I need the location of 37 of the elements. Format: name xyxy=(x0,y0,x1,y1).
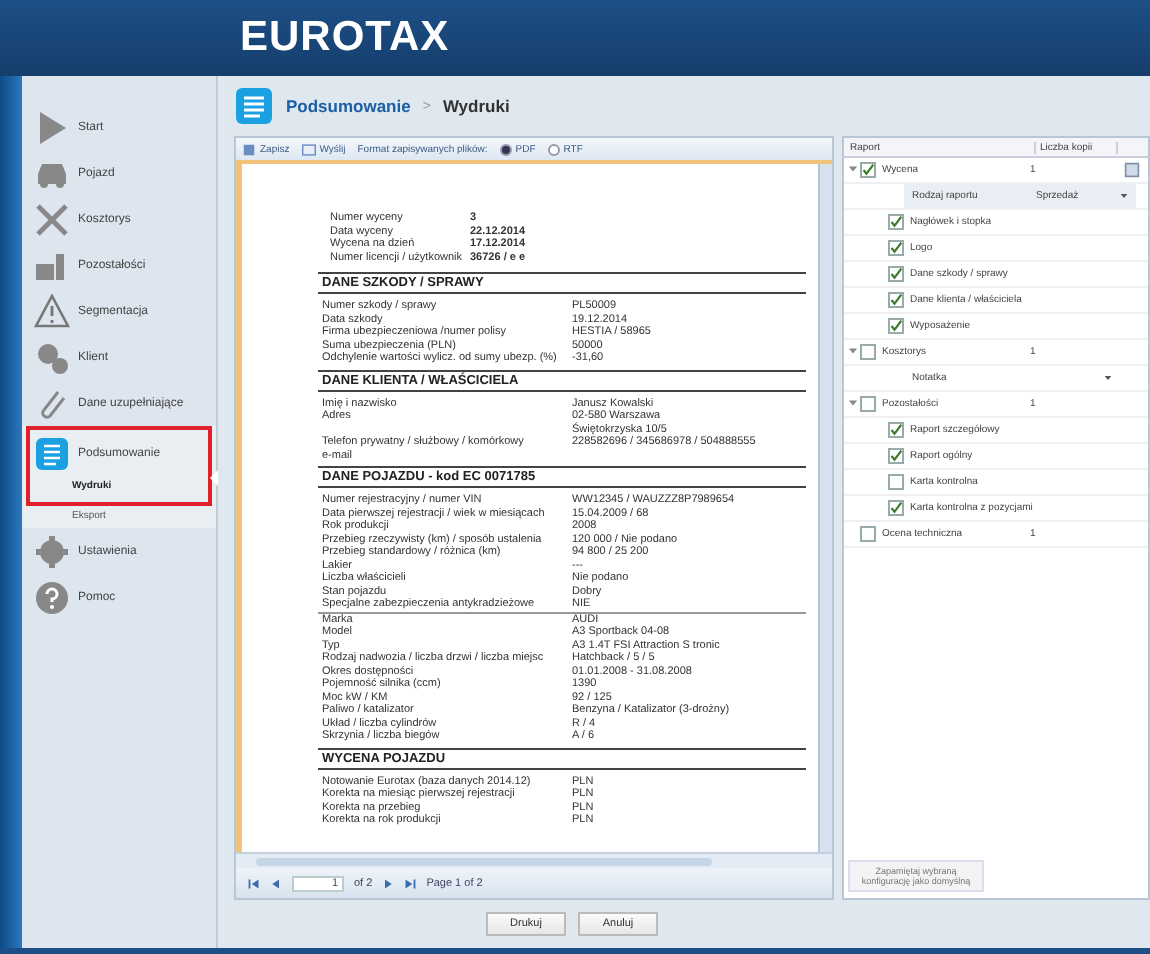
breadcrumb-item: Wydruki xyxy=(442,96,510,116)
checkbox[interactable] xyxy=(888,292,904,308)
checkbox[interactable] xyxy=(860,162,876,178)
dropdown-arrow-icon xyxy=(1120,192,1128,200)
last-page-icon[interactable] xyxy=(404,877,417,889)
envelope-icon xyxy=(301,143,316,155)
document-icon xyxy=(34,435,70,471)
checkbox[interactable] xyxy=(888,266,904,282)
next-page-icon[interactable] xyxy=(382,877,395,889)
expander-icon[interactable] xyxy=(847,345,857,355)
checkbox[interactable] xyxy=(860,344,876,360)
save-icon xyxy=(242,143,256,155)
checkbox[interactable] xyxy=(888,214,904,230)
checkbox[interactable] xyxy=(888,500,904,516)
logo: EUROTAX xyxy=(240,14,450,62)
checkbox[interactable] xyxy=(888,448,904,464)
document-icon xyxy=(234,86,274,126)
breadcrumb-item[interactable]: Podsumowanie xyxy=(286,96,411,116)
play-icon xyxy=(34,109,70,145)
checkbox[interactable] xyxy=(888,240,904,256)
help-icon xyxy=(34,579,70,615)
expander-icon[interactable] xyxy=(847,163,857,173)
dropdown-arrow-icon xyxy=(1104,374,1112,382)
expander-icon[interactable] xyxy=(847,397,857,407)
settings-icon xyxy=(34,533,70,569)
horizontal-scrollbar[interactable] xyxy=(236,852,832,868)
checkbox[interactable] xyxy=(860,526,876,542)
vertical-scrollbar[interactable] xyxy=(818,164,832,852)
first-page-icon[interactable] xyxy=(248,877,260,889)
checkbox[interactable] xyxy=(888,422,904,438)
preview-icon[interactable] xyxy=(1124,162,1140,178)
checkbox[interactable] xyxy=(888,318,904,334)
warning-icon xyxy=(34,293,70,329)
previous-page-icon[interactable] xyxy=(270,877,282,889)
checkbox[interactable] xyxy=(888,474,904,490)
checkbox[interactable] xyxy=(860,396,876,412)
tools-icon xyxy=(34,201,70,237)
